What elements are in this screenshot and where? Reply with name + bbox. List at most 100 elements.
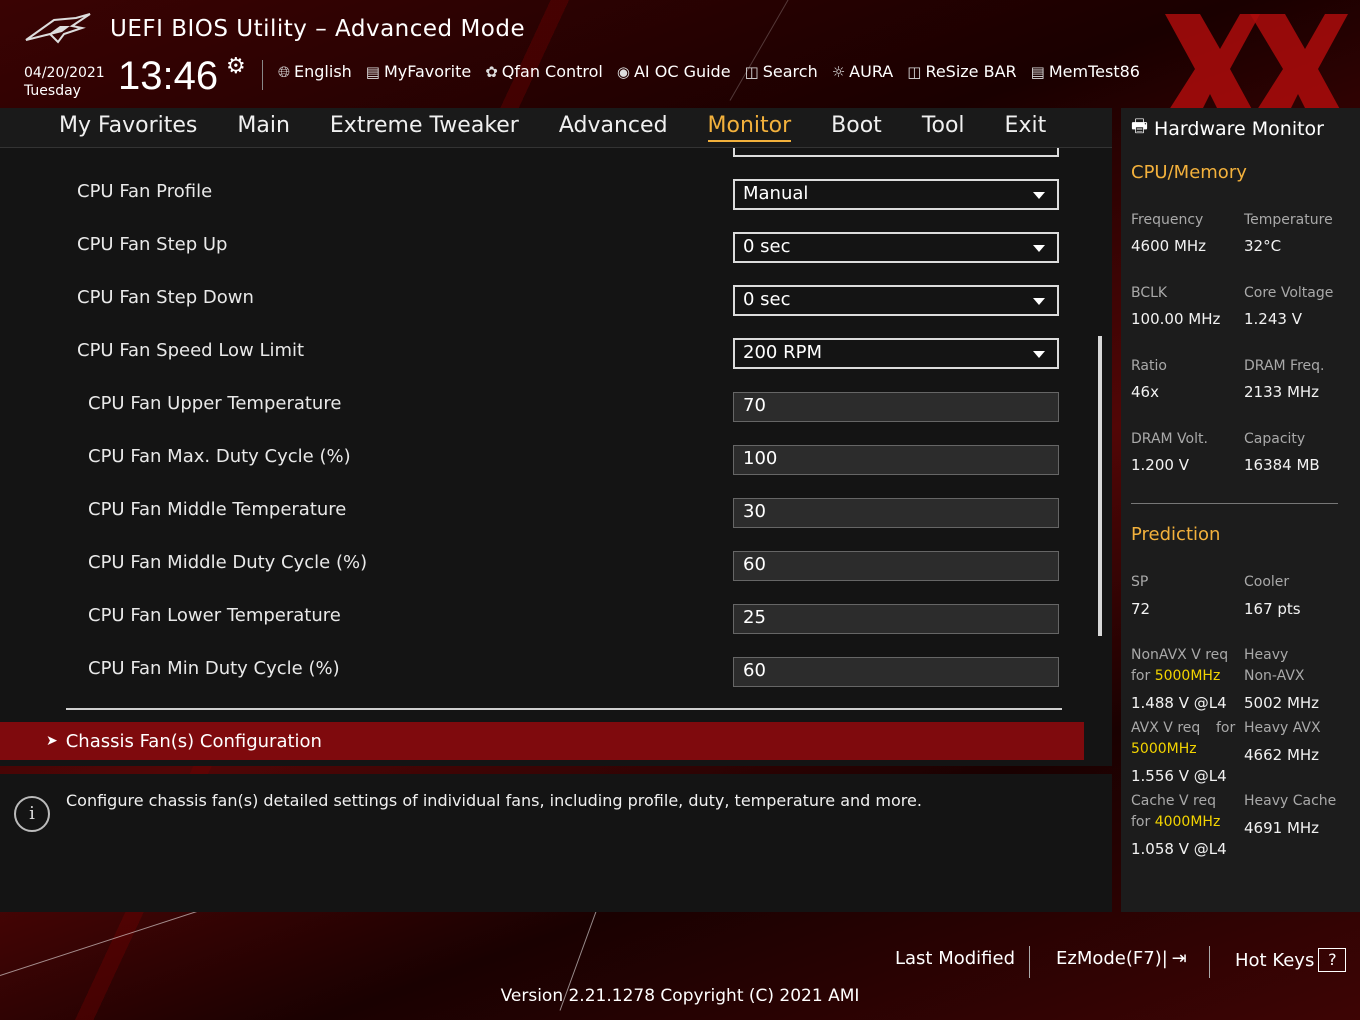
setting-label: CPU Fan Middle Duty Cycle (%): [88, 552, 368, 573]
setting-label: CPU Fan Step Up: [77, 234, 228, 255]
ai-oc-label: AI OC Guide: [633, 62, 731, 81]
ezmode-button[interactable]: EzMode(F7)| ⇥: [1056, 948, 1187, 969]
chassis-fan-configuration-item[interactable]: ➤ Chassis Fan(s) Configuration: [0, 722, 1084, 760]
myfavorite-button[interactable]: ▤ MyFavorite: [366, 62, 471, 81]
heavy-cache-label: Heavy Cache: [1244, 793, 1337, 809]
sp-label: SP: [1131, 574, 1149, 590]
temperature-value: 32°C: [1244, 237, 1282, 255]
ratio-value: 46x: [1131, 383, 1159, 401]
tab-monitor[interactable]: Monitor: [707, 113, 792, 142]
settings-panel: CPU Fan Profile Manual CPU Fan Step Up 0…: [0, 148, 1112, 766]
help-text: Configure chassis fan(s) detailed settin…: [66, 791, 922, 810]
cpu-fan-min-duty-cycle-field[interactable]: 60: [733, 657, 1059, 687]
cache-label: Cache V req: [1131, 793, 1216, 809]
resize-bar-label: ReSize BAR: [925, 62, 1017, 81]
last-modified-label: Last Modified: [895, 948, 1016, 969]
cooler-label: Cooler: [1244, 574, 1290, 590]
monitor-icon: 🖶︎: [1131, 116, 1148, 137]
tab-my-favorites[interactable]: My Favorites: [59, 113, 197, 142]
avx-value: 1.556 V @L4: [1131, 767, 1227, 785]
resize-bar-button[interactable]: ◫ ReSize BAR: [907, 62, 1016, 81]
footer: Last Modified EzMode(F7)| ⇥ Hot Keys ? V…: [0, 912, 1360, 1020]
dram-freq-label: DRAM Freq.: [1244, 358, 1325, 374]
setting-label: CPU Fan Upper Temperature: [88, 393, 342, 414]
rog-logo: [25, 13, 91, 44]
frequency-label: Frequency: [1131, 212, 1204, 228]
setting-label: CPU Fan Profile: [77, 181, 213, 202]
date-display: 04/20/2021 Tuesday: [24, 64, 105, 100]
chevron-right-icon: ➤: [46, 733, 58, 749]
cache-for-label: for 4000MHz: [1131, 814, 1220, 830]
ai-oc-icon: ◉: [616, 62, 630, 81]
search-icon: ◫: [744, 62, 759, 81]
tab-main[interactable]: Main: [237, 113, 290, 142]
language-label: English: [294, 62, 352, 81]
cpu-fan-middle-temperature-field[interactable]: 30: [733, 498, 1059, 528]
previous-dropdown-edge: [733, 148, 1059, 157]
aura-button[interactable]: ☼ AURA: [832, 62, 894, 81]
footer-separator: [1209, 946, 1210, 978]
search-label: Search: [762, 62, 818, 81]
search-button[interactable]: ◫ Search: [745, 62, 818, 81]
monitor-divider: [1131, 503, 1338, 504]
cpu-fan-step-up-dropdown[interactable]: 0 sec: [733, 232, 1059, 263]
cpu-fan-upper-temperature-field[interactable]: 70: [733, 392, 1059, 422]
favorite-icon: ▤: [365, 62, 380, 81]
clock-settings-gear-icon[interactable]: ⚙: [226, 54, 246, 79]
memtest-button[interactable]: ▤ MemTest86: [1031, 62, 1140, 81]
tab-boot[interactable]: Boot: [831, 113, 882, 142]
tab-exit[interactable]: Exit: [1005, 113, 1047, 142]
chevron-down-icon: [1033, 245, 1045, 252]
cpu-fan-middle-duty-cycle-field[interactable]: 60: [733, 551, 1059, 581]
qfan-control-button[interactable]: ✿ Qfan Control: [485, 62, 603, 81]
cpu-fan-profile-dropdown[interactable]: Manual: [733, 179, 1059, 210]
cache-value: 1.058 V @L4: [1131, 840, 1227, 858]
day-text: Tuesday: [24, 83, 81, 99]
heavy-nonavx-label-2: Non-AVX: [1244, 668, 1305, 684]
setting-label: CPU Fan Speed Low Limit: [77, 340, 305, 361]
tab-advanced[interactable]: Advanced: [559, 113, 668, 142]
cache-for-text: for: [1131, 814, 1155, 830]
memtest-label: MemTest86: [1048, 62, 1140, 81]
chevron-down-icon: [1033, 351, 1045, 358]
header-separator: [262, 60, 263, 90]
cpu-fan-speed-low-limit-dropdown[interactable]: 200 RPM: [733, 338, 1059, 369]
submenu-label: Chassis Fan(s) Configuration: [65, 730, 322, 752]
heavy-nonavx-value: 5002 MHz: [1244, 694, 1320, 712]
section-divider: [66, 708, 1062, 710]
chevron-down-icon: [1033, 298, 1045, 305]
last-modified-button[interactable]: Last Modified: [895, 948, 1015, 969]
setting-label: CPU Fan Step Down: [77, 287, 254, 308]
core-voltage-value: 1.243 V: [1244, 310, 1302, 328]
ratio-label: Ratio: [1131, 358, 1167, 374]
hot-keys-button[interactable]: Hot Keys ?: [1235, 948, 1347, 972]
dropdown-value: Manual: [743, 183, 809, 204]
setting-label: CPU Fan Min Duty Cycle (%): [88, 658, 340, 679]
heavy-cache-value: 4691 MHz: [1244, 819, 1320, 837]
cpu-fan-step-down-dropdown[interactable]: 0 sec: [733, 285, 1059, 316]
nonavx-value: 1.488 V @L4: [1131, 694, 1227, 712]
tab-tool[interactable]: Tool: [922, 113, 965, 142]
scrollbar[interactable]: [1098, 336, 1102, 636]
ai-oc-guide-button[interactable]: ◉ AI OC Guide: [617, 62, 731, 81]
chevron-down-icon: [1033, 192, 1045, 199]
core-voltage-label: Core Voltage: [1244, 285, 1334, 301]
capacity-value: 16384 MB: [1244, 456, 1320, 474]
dram-volt-value: 1.200 V: [1131, 456, 1189, 474]
avx-for-label: for: [1216, 720, 1236, 736]
info-icon: i: [14, 796, 50, 832]
frequency-value: 4600 MHz: [1131, 237, 1207, 255]
capacity-label: Capacity: [1244, 431, 1306, 447]
cpu-fan-lower-temperature-field[interactable]: 25: [733, 604, 1059, 634]
prediction-title: Prediction: [1131, 524, 1221, 545]
heavy-avx-value: 4662 MHz: [1244, 746, 1320, 764]
tab-extreme-tweaker[interactable]: Extreme Tweaker: [330, 113, 519, 142]
aura-label: AURA: [849, 62, 894, 81]
dropdown-value: 0 sec: [743, 289, 791, 310]
hardware-monitor-title: 🖶︎ Hardware Monitor: [1131, 114, 1324, 144]
bclk-value: 100.00 MHz: [1131, 310, 1221, 328]
nonavx-freq: 5000MHz: [1154, 668, 1221, 684]
cpu-fan-max-duty-cycle-field[interactable]: 100: [733, 445, 1059, 475]
language-button[interactable]: 🌐︎ English: [278, 62, 352, 81]
nonavx-for-text: for: [1131, 668, 1155, 684]
